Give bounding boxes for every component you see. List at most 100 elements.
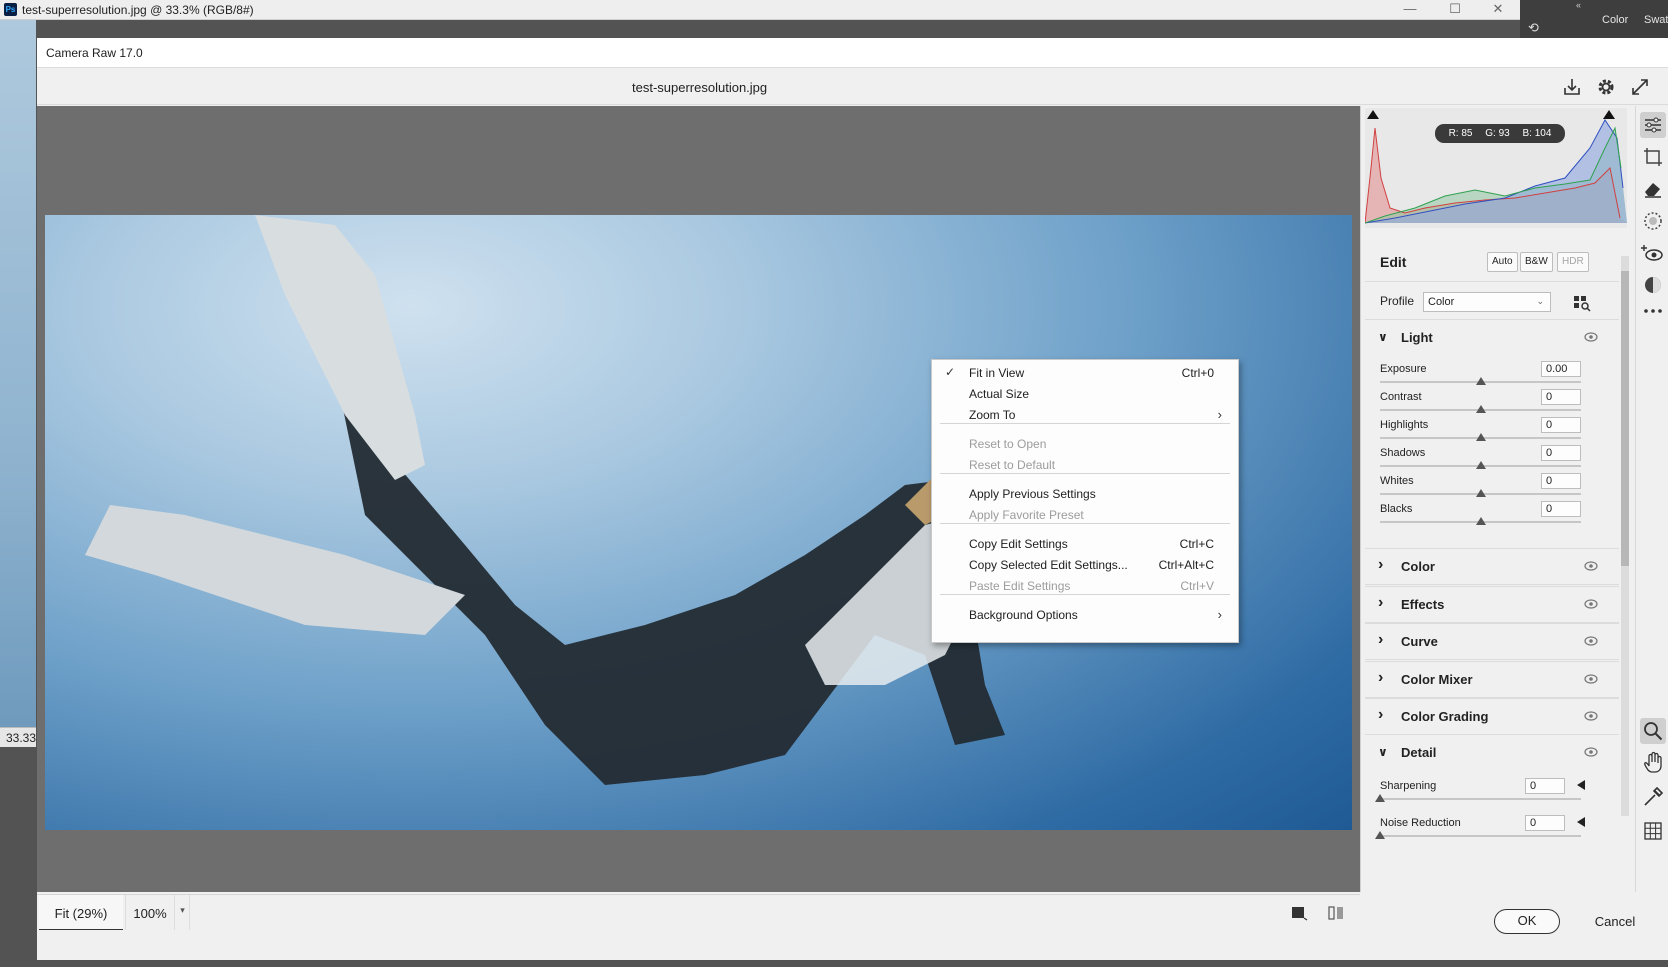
slider-value-input[interactable]: 0 xyxy=(1525,778,1565,794)
zoom-100-button[interactable]: 100% xyxy=(125,895,175,931)
auto-button[interactable]: Auto xyxy=(1487,252,1518,272)
slider-whites: Whites 0 xyxy=(1365,473,1619,501)
close-button[interactable]: ✕ xyxy=(1478,0,1518,20)
masking-icon[interactable] xyxy=(1640,208,1666,234)
section-light[interactable]: ∨ Light xyxy=(1365,320,1619,357)
slider-thumb[interactable] xyxy=(1475,405,1486,413)
eye-icon[interactable] xyxy=(1584,673,1598,684)
section-title: Detail xyxy=(1401,745,1437,760)
section-title: Color Mixer xyxy=(1401,671,1473,687)
photoshop-zoom-label[interactable]: 33.33 xyxy=(0,727,36,747)
slider-value-input[interactable]: 0 xyxy=(1541,501,1581,517)
ok-button[interactable]: OK xyxy=(1494,909,1560,934)
filename: test-superresolution.jpg xyxy=(632,80,768,95)
slider-value-input[interactable]: 0 xyxy=(1541,473,1581,489)
slider-value-input[interactable]: 0 xyxy=(1541,417,1581,433)
menu-item-reset-to-open: Reset to Open xyxy=(932,433,1238,455)
eye-icon[interactable] xyxy=(1584,711,1598,721)
section-title: Effects xyxy=(1401,596,1445,612)
gear-icon[interactable] xyxy=(1595,76,1617,98)
hand-icon[interactable] xyxy=(1640,750,1666,776)
eye-icon[interactable] xyxy=(1584,598,1598,609)
zoom-fit-button[interactable]: Fit (29%) xyxy=(39,895,123,931)
slider-thumb[interactable] xyxy=(1375,831,1385,839)
red-eye-icon[interactable] xyxy=(1640,240,1666,266)
tab-color[interactable]: Color xyxy=(1602,14,1628,26)
expand-triangle-icon[interactable] xyxy=(1577,817,1585,827)
chevron-down-icon: ⌄ xyxy=(1536,296,1544,306)
slider-value-input[interactable]: 0.00 xyxy=(1541,361,1581,377)
blue-value: B: 104 xyxy=(1522,128,1552,139)
eraser-icon[interactable] xyxy=(1640,176,1666,202)
fullscreen-icon[interactable] xyxy=(1629,76,1651,98)
profile-browser-icon[interactable] xyxy=(1571,292,1593,312)
panel-scrollbar-thumb[interactable] xyxy=(1621,271,1629,566)
photoshop-logo: Ps xyxy=(4,3,17,16)
eye-icon[interactable] xyxy=(1584,747,1598,757)
slider-sharpening: Sharpening 0 xyxy=(1365,778,1619,806)
slider-contrast: Contrast 0 xyxy=(1365,389,1619,417)
more-icon[interactable] xyxy=(1640,298,1666,324)
edit-panel: R: 85 G: 93 B: 104 Edit Auto B&W HDR Pro… xyxy=(1360,106,1635,892)
menu-item-copy-edit-settings[interactable]: Copy Edit Settings Ctrl+C xyxy=(932,533,1238,555)
presets-icon[interactable] xyxy=(1640,272,1666,298)
slider-value-input[interactable]: 0 xyxy=(1525,815,1565,831)
section-title: Color Grading xyxy=(1401,709,1489,724)
slider-thumb[interactable] xyxy=(1475,517,1486,525)
profile-select[interactable]: Color ⌄ xyxy=(1423,292,1551,312)
hdr-button[interactable]: HDR xyxy=(1557,252,1589,272)
section-effects[interactable]: › Effects xyxy=(1365,585,1619,623)
section-curve[interactable]: › Curve xyxy=(1365,623,1619,660)
expand-triangle-icon[interactable] xyxy=(1577,780,1585,790)
save-image-icon[interactable] xyxy=(1561,76,1583,98)
bw-button[interactable]: B&W xyxy=(1520,252,1553,272)
history-icon[interactable]: ⟲ xyxy=(1528,20,1548,40)
zoom-dropdown-chevron-icon[interactable]: ▾ xyxy=(176,895,190,931)
single-view-icon[interactable] xyxy=(1290,905,1308,921)
collapse-panels-icon[interactable]: « xyxy=(1576,0,1581,10)
maximize-button[interactable]: ☐ xyxy=(1435,0,1475,20)
crop-icon[interactable] xyxy=(1640,144,1666,170)
section-color-grading[interactable]: › Color Grading xyxy=(1365,698,1619,735)
grid-icon[interactable] xyxy=(1640,818,1666,844)
eye-icon[interactable] xyxy=(1584,561,1598,571)
chevron-right-icon: › xyxy=(1378,593,1384,611)
section-detail[interactable]: ∨ Detail xyxy=(1365,735,1619,772)
slider-thumb[interactable] xyxy=(1475,433,1486,441)
eye-icon[interactable] xyxy=(1584,332,1598,342)
slider-thumb[interactable] xyxy=(1475,461,1486,469)
sampler-icon[interactable] xyxy=(1640,784,1666,810)
highlight-clipping-warning-icon[interactable] xyxy=(1603,110,1615,119)
eye-icon[interactable] xyxy=(1584,636,1598,646)
tool-strip xyxy=(1635,106,1668,892)
slider-track[interactable] xyxy=(1380,835,1581,837)
camera-raw-dialog: Camera Raw 17.0 test-superresolution.jpg xyxy=(37,38,1668,960)
minimize-button[interactable]: — xyxy=(1390,0,1430,20)
menu-item-actual-size[interactable]: Actual Size xyxy=(932,383,1238,405)
shadow-clipping-warning-icon[interactable] xyxy=(1367,110,1379,119)
red-value: R: 85 xyxy=(1448,128,1473,139)
slider-thumb[interactable] xyxy=(1375,794,1385,802)
menu-item-copy-selected-edit-settings[interactable]: Copy Selected Edit Settings... Ctrl+Alt+C xyxy=(932,554,1238,576)
menu-item-label: Copy Selected Edit Settings... xyxy=(969,558,1128,572)
histogram: R: 85 G: 93 B: 104 xyxy=(1365,108,1627,228)
slider-value-input[interactable]: 0 xyxy=(1541,445,1581,461)
menu-item-background-options[interactable]: Background Options › xyxy=(932,604,1238,626)
slider-thumb[interactable] xyxy=(1475,377,1486,385)
section-title: Light xyxy=(1401,330,1433,345)
slider-thumb[interactable] xyxy=(1475,489,1486,497)
slider-blacks: Blacks 0 xyxy=(1365,501,1619,529)
zoom-icon[interactable] xyxy=(1640,718,1666,744)
section-color[interactable]: › Color xyxy=(1365,548,1619,585)
menu-item-label: Apply Favorite Preset xyxy=(969,508,1084,522)
slider-track[interactable] xyxy=(1380,798,1581,800)
menu-item-apply-previous-settings[interactable]: Apply Previous Settings xyxy=(932,483,1238,505)
cancel-button[interactable]: Cancel xyxy=(1582,909,1648,934)
section-color-mixer[interactable]: › Color Mixer xyxy=(1365,660,1619,698)
tab-swatches[interactable]: Swat xyxy=(1644,14,1668,26)
edit-icon[interactable] xyxy=(1640,112,1666,138)
menu-item-fit-in-view[interactable]: ✓ Fit in View Ctrl+0 xyxy=(932,362,1238,384)
camera-raw-title: Camera Raw 17.0 xyxy=(46,46,143,60)
before-after-view-icon[interactable] xyxy=(1327,905,1345,921)
slider-value-input[interactable]: 0 xyxy=(1541,389,1581,405)
